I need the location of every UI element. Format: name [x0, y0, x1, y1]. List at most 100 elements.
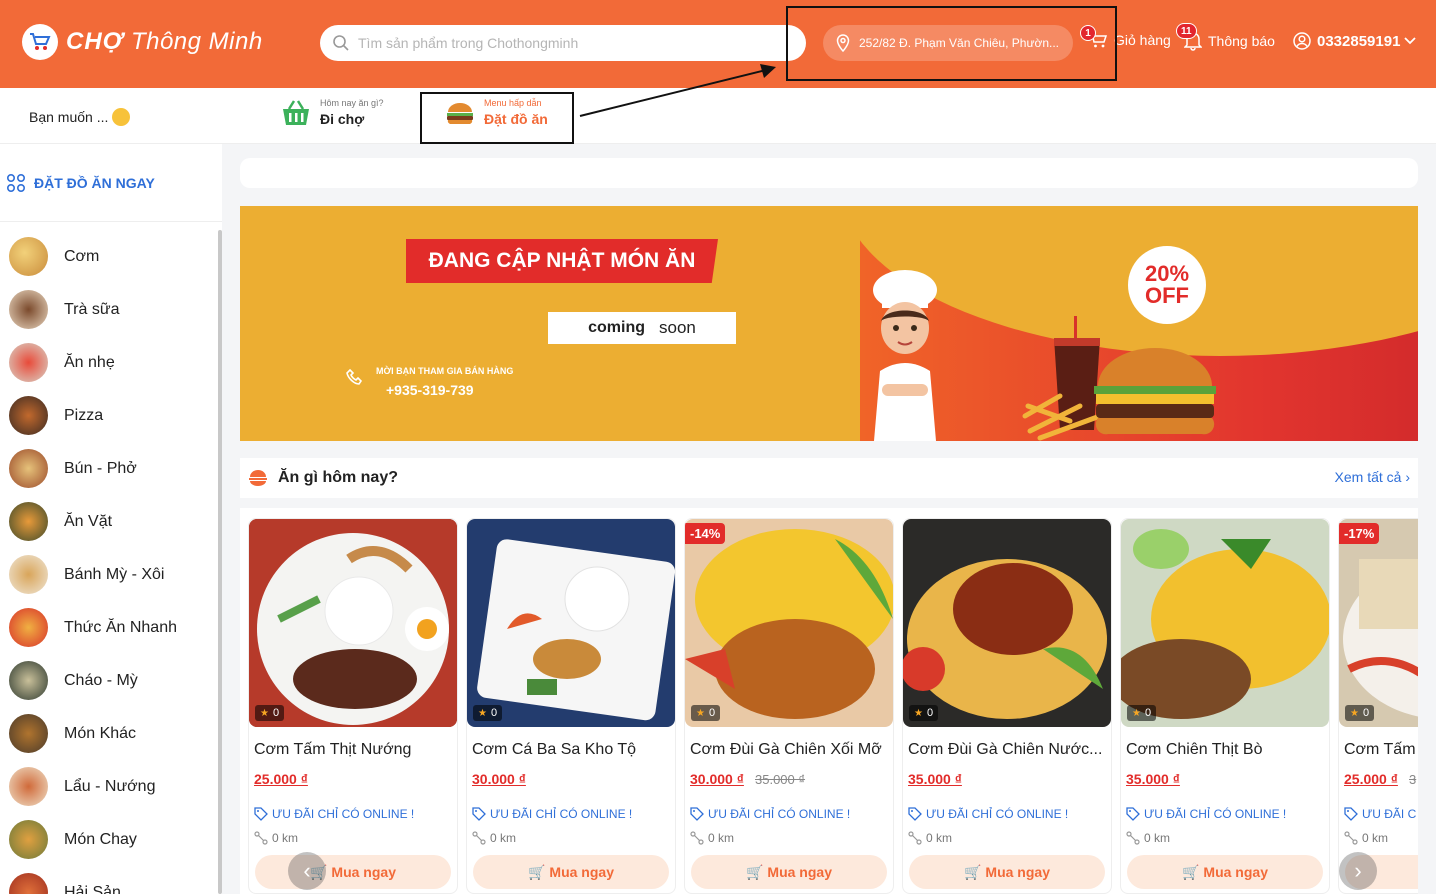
sidebar-item-banh-my-xoi[interactable]: Bánh Mỳ - Xôi	[0, 548, 216, 601]
promo-tag: ƯU ĐÃI CHỈ CÓ ONLINE !	[1126, 807, 1286, 821]
product-image	[1339, 519, 1418, 727]
cart-small-icon: 🛒	[963, 863, 982, 880]
discount-off-word: OFF	[1144, 283, 1189, 308]
buy-now-button[interactable]: 🛒 Mua ngay	[255, 855, 451, 889]
sidebar-item-label: Món Khác	[64, 724, 137, 742]
category-thumb	[9, 290, 48, 329]
sidebar-item-label: Bún - Phở	[64, 459, 137, 477]
product-card[interactable]: ★ 0 Cơm Đùi Gà Chiên Nước... 35.000 ₫ ƯU …	[902, 518, 1112, 894]
category-sidebar: ĐẶT ĐỒ ĂN NGAY Cơm Trà sữa Ăn nhẹ Pizza …	[0, 144, 222, 894]
product-card[interactable]: ★ 0 Cơm Tấm Thịt Nướng 25.000 ₫ ƯU ĐÃI CH…	[248, 518, 458, 894]
promo-text: ƯU ĐÃI CHỈ CÓ ONLINE !	[708, 807, 851, 821]
see-all-link[interactable]: Xem tất cả ›	[1335, 469, 1410, 485]
product-price: 25.000 ₫	[1344, 771, 1398, 787]
category-thumb	[9, 661, 48, 700]
sidebar-item-lau-nuong[interactable]: Lẩu - Nướng	[0, 760, 216, 813]
promo-text: ƯU ĐÃI CHỈ CÓ ONLINE !	[1144, 807, 1287, 821]
product-card[interactable]: ★ 0 Cơm Chiên Thịt Bò 35.000 ₫ ƯU ĐÃI CHỈ…	[1120, 518, 1330, 894]
chevron-right-icon: ›	[1354, 858, 1362, 883]
sidebar-item-label: Bánh Mỳ - Xôi	[64, 565, 165, 583]
banner-coming: coming	[588, 319, 645, 336]
rating-badge: ★ 0	[1345, 705, 1375, 721]
discount-tag: -14%	[685, 523, 726, 544]
distance-value: 0 km	[1144, 831, 1171, 845]
route-icon	[1126, 831, 1140, 845]
product-price: 30.000 ₫	[690, 771, 744, 787]
sidebar-item-hai-san[interactable]: Hải Sản	[0, 866, 216, 894]
product-card[interactable]: -17% ★ 0 Cơm Tấm 25.000 ₫ 3 ƯU ĐÃI C 0 km…	[1338, 518, 1418, 894]
buy-now-button[interactable]: 🛒 Mua ngay	[1127, 855, 1323, 889]
promo-banner[interactable]: ĐANG CẬP NHẬT MÓN ĂN coming soon MỜI BẠN …	[240, 206, 1418, 441]
tag-icon	[1344, 807, 1358, 821]
distance-value: 0 km	[490, 831, 517, 845]
star-icon: ★	[1350, 707, 1359, 719]
buy-now-button[interactable]: 🛒 Mua ngay	[473, 855, 669, 889]
distance: 0 km	[1126, 831, 1170, 845]
sidebar-scrollbar[interactable]	[218, 230, 222, 894]
buy-now-label: Mua ngay	[549, 864, 614, 880]
category-thumb	[9, 237, 48, 276]
sidebar-item-com[interactable]: Cơm	[0, 230, 216, 283]
route-icon	[472, 831, 486, 845]
banner-contact: MỜI BẠN THAM GIA BÁN HÀNG +935-319-739	[346, 366, 513, 398]
sidebar-item-bun-pho[interactable]: Bún - Phở	[0, 442, 216, 495]
promo-text: ƯU ĐÃI CHỈ CÓ ONLINE !	[272, 807, 415, 821]
banner-contact-text: MỜI BẠN THAM GIA BÁN HÀNG	[376, 366, 514, 376]
rating-badge: ★ 0	[691, 705, 721, 721]
product-card[interactable]: ★ 0 Cơm Cá Ba Sa Kho Tộ 30.000 ₫ ƯU ĐÃI C…	[466, 518, 676, 894]
sidebar-item-thuc-an-nhanh[interactable]: Thức Ăn Nhanh	[0, 601, 216, 654]
cart-small-icon: 🛒	[745, 863, 764, 880]
chef-illustration	[873, 270, 937, 441]
sidebar-item-label: Trà sữa	[64, 300, 120, 318]
promo-text: ƯU ĐÃI C	[1362, 807, 1417, 821]
sidebar-header: ĐẶT ĐỒ ĂN NGAY	[0, 144, 222, 222]
sidebar-item-label: Lẩu - Nướng	[64, 777, 156, 795]
sidebar-item-tra-sua[interactable]: Trà sữa	[0, 283, 216, 336]
sidebar-item-mon-khac[interactable]: Món Khác	[0, 707, 216, 760]
category-thumb	[9, 343, 48, 382]
product-name: Cơm Đùi Gà Chiên Xối Mỡ	[690, 741, 882, 758]
buy-now-label: Mua ngay	[767, 864, 832, 880]
cart-small-icon: 🛒	[1181, 863, 1200, 880]
buy-now-label: Mua ngay	[985, 864, 1050, 880]
product-name: Cơm Đùi Gà Chiên Nước...	[908, 741, 1103, 758]
top-strip	[240, 158, 1418, 188]
buy-now-button[interactable]: 🛒 Mua ngay	[691, 855, 887, 889]
star-icon: ★	[696, 707, 705, 719]
route-icon	[690, 831, 704, 845]
sidebar-item-an-vat[interactable]: Ăn Vặt	[0, 495, 216, 548]
promo-tag: ƯU ĐÃI C	[1344, 807, 1416, 821]
sidebar-item-pizza[interactable]: Pizza	[0, 389, 216, 442]
sidebar-item-chao-my[interactable]: Cháo - Mỳ	[0, 654, 216, 707]
discount-tag: -17%	[1339, 523, 1380, 544]
product-card[interactable]: -14% ★ 0 Cơm Đùi Gà Chiên Xối Mỡ 30.000 ₫…	[684, 518, 894, 894]
distance-value: 0 km	[1362, 831, 1389, 845]
distance-value: 0 km	[708, 831, 735, 845]
original-price: 3	[1409, 772, 1417, 787]
category-thumb	[9, 873, 48, 894]
phone-icon	[346, 368, 363, 385]
rating-badge: ★ 0	[909, 705, 939, 721]
sidebar-item-mon-chay[interactable]: Món Chay	[0, 813, 216, 866]
carousel-prev-button[interactable]: ‹	[288, 852, 326, 890]
category-thumb	[9, 767, 48, 806]
promo-tag: ƯU ĐÃI CHỈ CÓ ONLINE !	[254, 807, 414, 821]
distance-value: 0 km	[272, 831, 299, 845]
product-price: 35.000 ₫	[908, 771, 962, 787]
category-thumb	[9, 714, 48, 753]
distance: 0 km	[908, 831, 952, 845]
sidebar-item-an-nhe[interactable]: Ăn nhẹ	[0, 336, 216, 389]
sidebar-item-label: Cháo - Mỳ	[64, 671, 138, 689]
cart-small-icon: 🛒	[527, 863, 546, 880]
carousel-next-button[interactable]: ›	[1339, 852, 1377, 890]
sidebar-item-label: Ăn nhẹ	[64, 353, 115, 371]
category-thumb	[9, 502, 48, 541]
buy-now-button[interactable]: 🛒 Mua ngay	[909, 855, 1105, 889]
sidebar-item-label: Món Chay	[64, 830, 137, 848]
distance-value: 0 km	[926, 831, 953, 845]
product-name: Cơm Tấm	[1344, 741, 1416, 758]
distance: 0 km	[472, 831, 516, 845]
banner-coming-soon: coming soon	[548, 312, 736, 344]
grid-icon	[6, 173, 26, 192]
discount-percent: 20%	[1144, 261, 1190, 286]
